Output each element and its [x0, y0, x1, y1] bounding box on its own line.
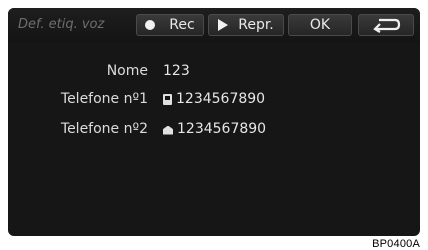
phone1-number: 1234567890: [176, 91, 266, 107]
mobile-phone-icon: [163, 93, 172, 105]
phone2-value: 1234567890: [163, 121, 266, 137]
back-button[interactable]: [358, 14, 414, 36]
back-arrow-icon: [371, 17, 401, 33]
name-label: Nome: [106, 63, 148, 79]
screen-title: Def. etiq. voz: [18, 17, 105, 32]
phone1-label: Telefone nº1: [60, 91, 148, 107]
phone1-value: 1234567890: [163, 91, 265, 107]
figure-code: BP0400A: [372, 238, 420, 250]
ok-button[interactable]: OK: [288, 14, 352, 36]
rec-button-label: Rec: [169, 17, 195, 33]
voice-tag-screen: Def. etiq. voz Rec Repr. OK Nome 123 Tel…: [8, 8, 420, 236]
toolbar: Def. etiq. voz Rec Repr. OK: [8, 8, 420, 42]
phone2-number: 1234567890: [177, 121, 267, 137]
name-row[interactable]: Nome 123: [8, 63, 420, 83]
rec-button[interactable]: Rec: [136, 14, 204, 36]
phone2-row[interactable]: Telefone nº2 1234567890: [8, 121, 420, 141]
play-button-label: Repr.: [238, 17, 274, 33]
play-icon: [218, 19, 229, 31]
name-value-text: 123: [163, 63, 190, 79]
name-value: 123: [163, 63, 190, 79]
phone2-label: Telefone nº2: [60, 121, 148, 137]
play-button[interactable]: Repr.: [208, 14, 284, 36]
record-icon: [145, 20, 156, 30]
phone1-row[interactable]: Telefone nº1 1234567890: [8, 91, 420, 111]
home-phone-icon: [163, 125, 173, 135]
ok-button-label: OK: [309, 17, 331, 33]
